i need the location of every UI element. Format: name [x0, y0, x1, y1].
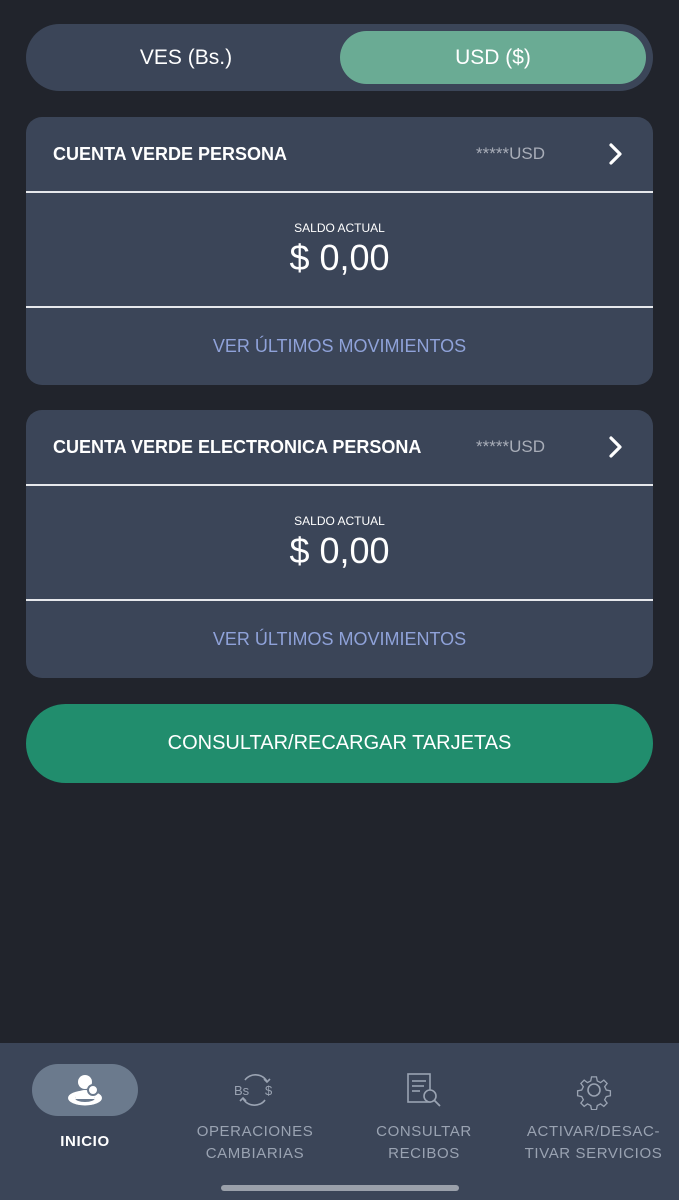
chevron-right-icon: [609, 436, 622, 458]
currency-option-ves[interactable]: VES (Bs.): [32, 31, 340, 84]
account-header[interactable]: CUENTA VERDE PERSONA *****USD: [26, 117, 653, 191]
view-movements-link[interactable]: VER ÚLTIMOS MOVIMIENTOS: [26, 308, 653, 385]
account-card: CUENTA VERDE PERSONA *****USD SALDO ACTU…: [26, 117, 653, 385]
currency-exchange-icon: Bs $: [234, 1074, 273, 1106]
nav-item-activar-desactivar-servicios[interactable]: ACTIVAR/DESAC- TIVAR SERVICIOS: [508, 1043, 679, 1183]
svg-text:Bs: Bs: [234, 1083, 250, 1098]
nav-icon-container: [32, 1064, 138, 1116]
currency-option-usd[interactable]: USD ($): [340, 31, 646, 84]
bottom-nav: INICIO Bs $ OPERACIONES CAMBIARIAS CONSU…: [0, 1043, 679, 1200]
account-masked-number: *****USD: [476, 437, 545, 456]
nav-label: OPERACIONES CAMBIARIAS: [196, 1123, 314, 1162]
svg-text:$: $: [265, 1083, 273, 1098]
account-masked-number: *****USD: [476, 144, 545, 163]
nav-icon-container: [371, 1064, 477, 1116]
nav-item-inicio[interactable]: INICIO: [0, 1043, 170, 1183]
home-indicator: [221, 1185, 459, 1191]
nav-label: ACTIVAR/DESAC- TIVAR SERVICIOS: [524, 1123, 663, 1162]
nav-item-operaciones-cambiarias[interactable]: Bs $ OPERACIONES CAMBIARIAS: [170, 1043, 340, 1183]
nav-label: CONSULTAR RECIBOS: [376, 1123, 472, 1162]
currency-toggle: VES (Bs.) USD ($): [26, 24, 653, 91]
home-user-icon: [68, 1075, 102, 1106]
account-header[interactable]: CUENTA VERDE ELECTRONICA PERSONA *****US…: [26, 410, 653, 484]
nav-icon-container: [541, 1064, 647, 1116]
nav-item-consultar-recibos[interactable]: CONSULTAR RECIBOS: [340, 1043, 508, 1183]
card-divider: [26, 191, 653, 193]
account-name: CUENTA VERDE PERSONA: [53, 144, 288, 164]
gear-icon: [576, 1076, 612, 1110]
nav-icon-container: Bs $: [202, 1064, 308, 1116]
balance-value: $ 0,00: [289, 237, 390, 278]
chevron-right-icon: [609, 143, 622, 165]
card-divider: [26, 484, 653, 486]
account-card: CUENTA VERDE ELECTRONICA PERSONA *****US…: [26, 410, 653, 678]
view-movements-link[interactable]: VER ÚLTIMOS MOVIMIENTOS: [26, 601, 653, 678]
receipt-search-icon: [407, 1073, 441, 1107]
consult-recharge-cards-button[interactable]: CONSULTAR/RECARGAR TARJETAS: [26, 704, 653, 783]
balance-label: SALDO ACTUAL: [294, 514, 385, 528]
account-name: CUENTA VERDE ELECTRONICA PERSONA: [53, 437, 422, 457]
balance-value: $ 0,00: [289, 530, 390, 571]
balance-label: SALDO ACTUAL: [294, 221, 385, 235]
nav-label: INICIO: [60, 1133, 110, 1150]
